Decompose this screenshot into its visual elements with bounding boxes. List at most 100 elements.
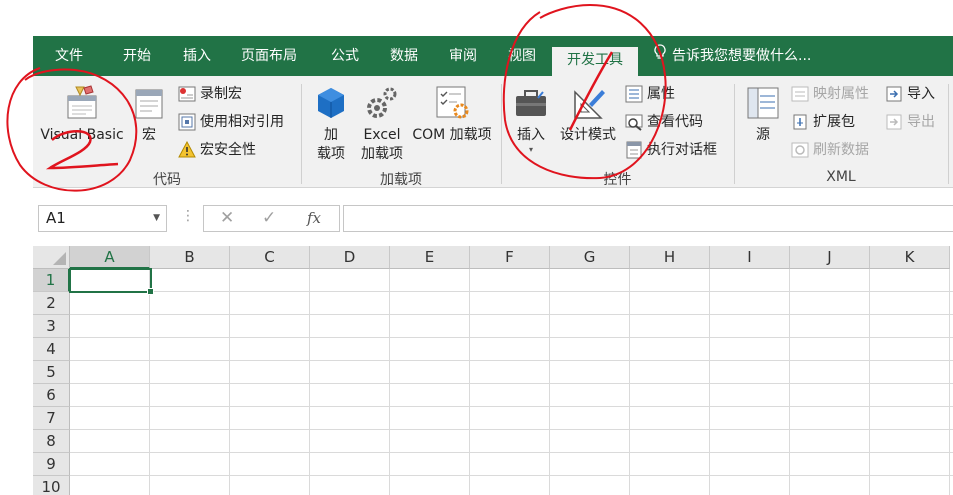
com-addins-icon [436, 86, 469, 119]
tab-developer[interactable]: 开发工具 [552, 47, 638, 76]
row-header-6[interactable]: 6 [33, 384, 70, 407]
row-header-2[interactable]: 2 [33, 292, 70, 315]
formula-bar-grip[interactable]: ⋮ [181, 208, 195, 224]
name-box-value: A1 [46, 209, 66, 227]
relative-reference-icon [178, 113, 196, 131]
excel-addins-label-line1: Excel [363, 127, 401, 143]
visual-basic-icon [67, 85, 97, 119]
column-header-c[interactable]: C [230, 246, 310, 269]
column-header-a[interactable]: A [70, 246, 150, 269]
tell-me-search[interactable]: 告诉我您想要做什么... [654, 36, 811, 76]
column-header-g[interactable]: G [550, 246, 630, 269]
formula-bar: A1 ▼ ⋮ ✕ ✓ fx [33, 188, 953, 246]
design-mode-icon [574, 90, 605, 119]
run-dialog-button[interactable]: 执行对话框 [625, 138, 717, 162]
visual-basic-label: Visual Basic [40, 127, 124, 143]
row-header-5[interactable]: 5 [33, 361, 70, 384]
lightbulb-icon [654, 36, 666, 76]
visual-basic-button[interactable]: Visual Basic [36, 84, 128, 145]
group-label-xml: XML [826, 169, 856, 185]
row-header-7[interactable]: 7 [33, 407, 70, 430]
tab-data[interactable]: 数据 [374, 36, 434, 76]
macros-button[interactable]: 宏 [129, 84, 169, 145]
com-addins-label: COM 加载项 [412, 127, 492, 143]
row-header-9[interactable]: 9 [33, 453, 70, 476]
tab-file[interactable]: 文件 [33, 36, 105, 76]
properties-icon [625, 85, 643, 103]
tab-page-layout[interactable]: 页面布局 [227, 36, 311, 76]
group-separator [948, 84, 949, 184]
ribbon-tab-bar: 文件 开始 插入 页面布局 公式 数据 审阅 视图 开发工具 告诉我您想要做什么… [33, 36, 953, 76]
export-icon [885, 113, 903, 131]
worksheet-grid: ABCDEFGHIJK 1 2 3 4 5 6 7 8 9 10 [33, 246, 953, 495]
tab-formulas[interactable]: 公式 [315, 36, 375, 76]
expansion-packs-label: 扩展包 [813, 114, 855, 130]
xml-import-button[interactable]: 导入 [885, 82, 935, 106]
refresh-data-label: 刷新数据 [813, 142, 869, 158]
enter-icon[interactable]: ✓ [262, 208, 276, 228]
row-header-8[interactable]: 8 [33, 430, 70, 453]
addins-button[interactable]: 加 载项 [308, 84, 354, 164]
column-header-f[interactable]: F [470, 246, 550, 269]
com-addins-button[interactable]: COM 加载项 [408, 84, 496, 145]
xml-source-button[interactable]: 源 [740, 84, 786, 145]
column-header-h[interactable]: H [630, 246, 710, 269]
xml-source-icon [747, 87, 779, 119]
refresh-data-icon [791, 141, 809, 159]
design-mode-label: 设计模式 [560, 127, 616, 143]
ribbon-developer: Visual Basic 宏 录制宏 使用相对引用 宏安全性 代码 加 载项 E… [33, 76, 953, 188]
chevron-down-icon: ▾ [528, 145, 533, 154]
macros-label: 宏 [142, 127, 156, 143]
warning-icon [178, 140, 196, 159]
relative-reference-button[interactable]: 使用相对引用 [178, 110, 284, 134]
macro-security-button[interactable]: 宏安全性 [178, 138, 256, 162]
view-code-button[interactable]: 查看代码 [625, 110, 703, 134]
formula-buttons: ✕ ✓ fx [203, 205, 340, 232]
cell-area[interactable] [70, 269, 953, 495]
addins-cube-icon [318, 88, 344, 118]
tab-review[interactable]: 审阅 [433, 36, 493, 76]
xml-source-label: 源 [756, 127, 770, 143]
insert-controls-button[interactable]: 插入 ▾ [507, 84, 555, 155]
tab-view[interactable]: 视图 [492, 36, 552, 76]
tab-insert[interactable]: 插入 [167, 36, 227, 76]
row-header-10[interactable]: 10 [33, 476, 70, 495]
chevron-down-icon[interactable]: ▼ [153, 206, 160, 231]
import-icon [885, 85, 903, 103]
expansion-packs-button[interactable]: 扩展包 [791, 110, 855, 134]
group-label-controls: 控件 [603, 172, 632, 188]
column-header-b[interactable]: B [150, 246, 230, 269]
toolbox-icon [516, 90, 546, 116]
gear-icon [367, 87, 397, 118]
column-header-d[interactable]: D [310, 246, 390, 269]
macros-icon [135, 89, 163, 119]
refresh-data-button[interactable]: 刷新数据 [791, 138, 869, 162]
map-properties-label: 映射属性 [813, 86, 869, 102]
cancel-icon[interactable]: ✕ [220, 208, 234, 228]
map-properties-button[interactable]: 映射属性 [791, 82, 869, 106]
row-header-3[interactable]: 3 [33, 315, 70, 338]
view-code-icon [625, 113, 643, 131]
row-header-1[interactable]: 1 [33, 269, 70, 292]
tab-home[interactable]: 开始 [107, 36, 167, 76]
xml-export-label: 导出 [907, 114, 935, 130]
record-macro-icon [178, 85, 196, 103]
active-cell-a1[interactable] [69, 268, 154, 295]
formula-input[interactable] [343, 205, 953, 232]
column-header-k[interactable]: K [870, 246, 950, 269]
column-header-j[interactable]: J [790, 246, 870, 269]
map-properties-icon [791, 85, 809, 103]
tell-me-text: 告诉我您想要做什么... [672, 48, 812, 64]
select-all-corner[interactable] [33, 246, 70, 269]
insert-function-icon[interactable]: fx [307, 209, 321, 227]
row-header-4[interactable]: 4 [33, 338, 70, 361]
column-header-i[interactable]: I [710, 246, 790, 269]
design-mode-button[interactable]: 设计模式 [555, 84, 621, 145]
excel-addins-button[interactable]: Excel 加载项 [355, 84, 409, 164]
name-box[interactable]: A1 ▼ [38, 205, 167, 232]
properties-button[interactable]: 属性 [625, 82, 675, 106]
xml-export-button[interactable]: 导出 [885, 110, 935, 134]
view-code-label: 查看代码 [647, 114, 703, 130]
column-header-e[interactable]: E [390, 246, 470, 269]
record-macro-button[interactable]: 录制宏 [178, 82, 242, 106]
